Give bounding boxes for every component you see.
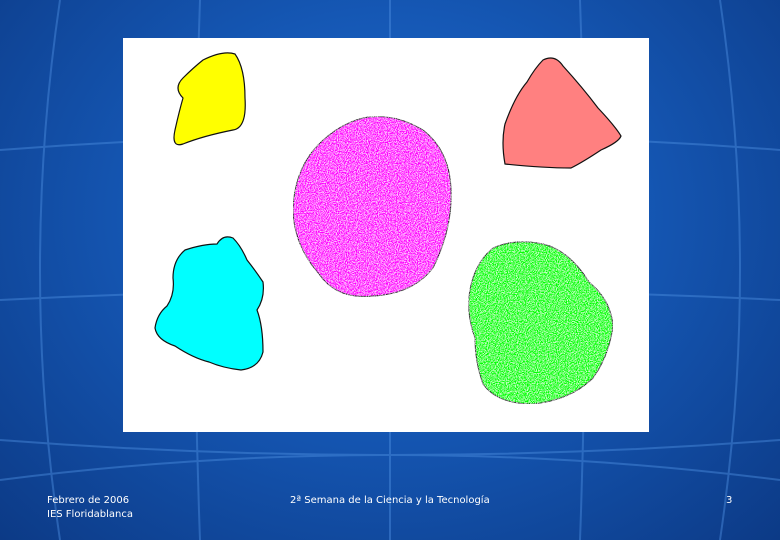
blob-image (123, 38, 649, 432)
magenta-blob (292, 116, 452, 298)
yellow-blob (173, 52, 246, 146)
footer-event: 2ª Semana de la Ciencia y la Tecnología (290, 495, 490, 506)
salmon-blob (502, 57, 622, 169)
footer-school: IES Floridablanca (47, 509, 134, 520)
footer-date: Febrero de 2006 (47, 495, 130, 506)
green-blob (468, 241, 614, 405)
cyan-blob (154, 236, 264, 371)
footer-left: Febrero de 2006 IES Floridablanca (47, 494, 133, 522)
page-number: 3 (726, 495, 733, 506)
